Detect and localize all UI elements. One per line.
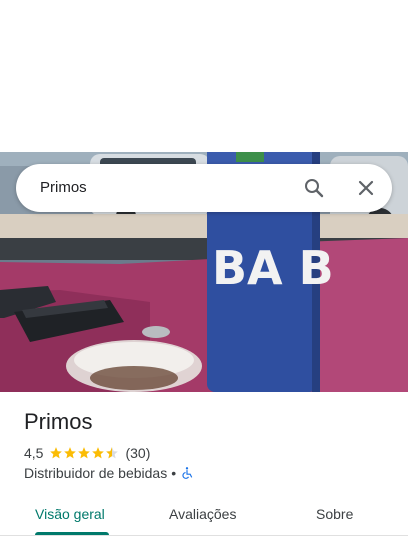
tab-bar: Visão geral Avaliações Sobre (0, 492, 408, 544)
search-bar[interactable]: Primos (16, 164, 392, 212)
tabs-divider (0, 535, 408, 536)
star-icon (92, 447, 105, 459)
search-icon[interactable] (302, 176, 326, 200)
wheelchair-icon[interactable] (180, 466, 194, 480)
star-half-icon (106, 447, 119, 459)
close-icon[interactable] (354, 176, 378, 200)
review-count[interactable]: (30) (125, 445, 150, 461)
rating-stars (49, 446, 119, 460)
bottle-text: BA B (212, 241, 334, 295)
rating-row[interactable]: 4,5 (30) (24, 444, 150, 462)
tab-reviews[interactable]: Avaliações (169, 506, 236, 522)
category-label: Distribuidor de bebidas (24, 465, 168, 481)
star-icon (50, 447, 63, 459)
search-input[interactable]: Primos (40, 179, 87, 196)
category-row: Distribuidor de bebidas • (24, 464, 194, 482)
rating-value: 4,5 (24, 445, 44, 461)
tab-about[interactable]: Sobre (316, 506, 353, 522)
tab-overview[interactable]: Visão geral (35, 506, 105, 522)
category-separator: • (171, 465, 177, 481)
star-icon (78, 447, 91, 459)
place-title: Primos (24, 409, 93, 434)
map-blank-area (0, 0, 408, 152)
star-icon (64, 447, 77, 459)
